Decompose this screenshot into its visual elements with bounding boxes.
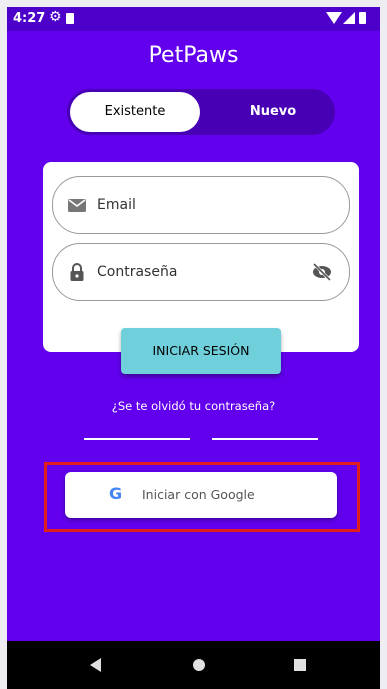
lock-icon [70,263,84,281]
sd-card-icon [66,13,74,24]
toggle-new[interactable]: Nuevo [213,89,333,135]
app-title: PetPaws [148,43,239,68]
wifi-icon [326,12,342,24]
status-time: 4:27 [13,11,46,26]
recents-icon[interactable] [294,659,306,671]
password-field[interactable]: Contraseña [52,243,350,301]
navigation-bar [7,641,380,689]
gear-icon: ⚙ [49,9,62,25]
email-field[interactable]: Email [52,176,350,234]
mail-icon [68,199,86,212]
google-signin-button[interactable]: G Iniciar con Google [65,472,337,518]
login-card: Email Contraseña [43,162,359,352]
back-icon[interactable] [90,658,101,672]
divider-left [84,438,190,440]
status-icons [324,12,372,26]
divider-right [212,438,318,440]
toggle-existing[interactable]: Existente [70,92,200,132]
battery-icon [359,12,366,24]
cell-signal-icon [343,12,355,24]
login-button[interactable]: INICIAR SESIÓN [121,328,281,374]
status-bar: 4:27 ⚙ [7,7,380,31]
email-placeholder: Email [97,197,136,213]
eye-off-icon[interactable] [311,262,333,282]
google-icon: G [109,484,123,503]
home-icon[interactable] [193,659,205,671]
account-mode-toggle: Existente Nuevo [67,89,335,135]
app-screen: 4:27 ⚙ PetPaws Existente Nuevo Email Con… [7,7,380,641]
password-placeholder: Contraseña [97,264,178,280]
forgot-password-link[interactable]: ¿Se te olvidó tu contraseña? [7,399,380,413]
google-signin-label: Iniciar con Google [142,487,255,502]
